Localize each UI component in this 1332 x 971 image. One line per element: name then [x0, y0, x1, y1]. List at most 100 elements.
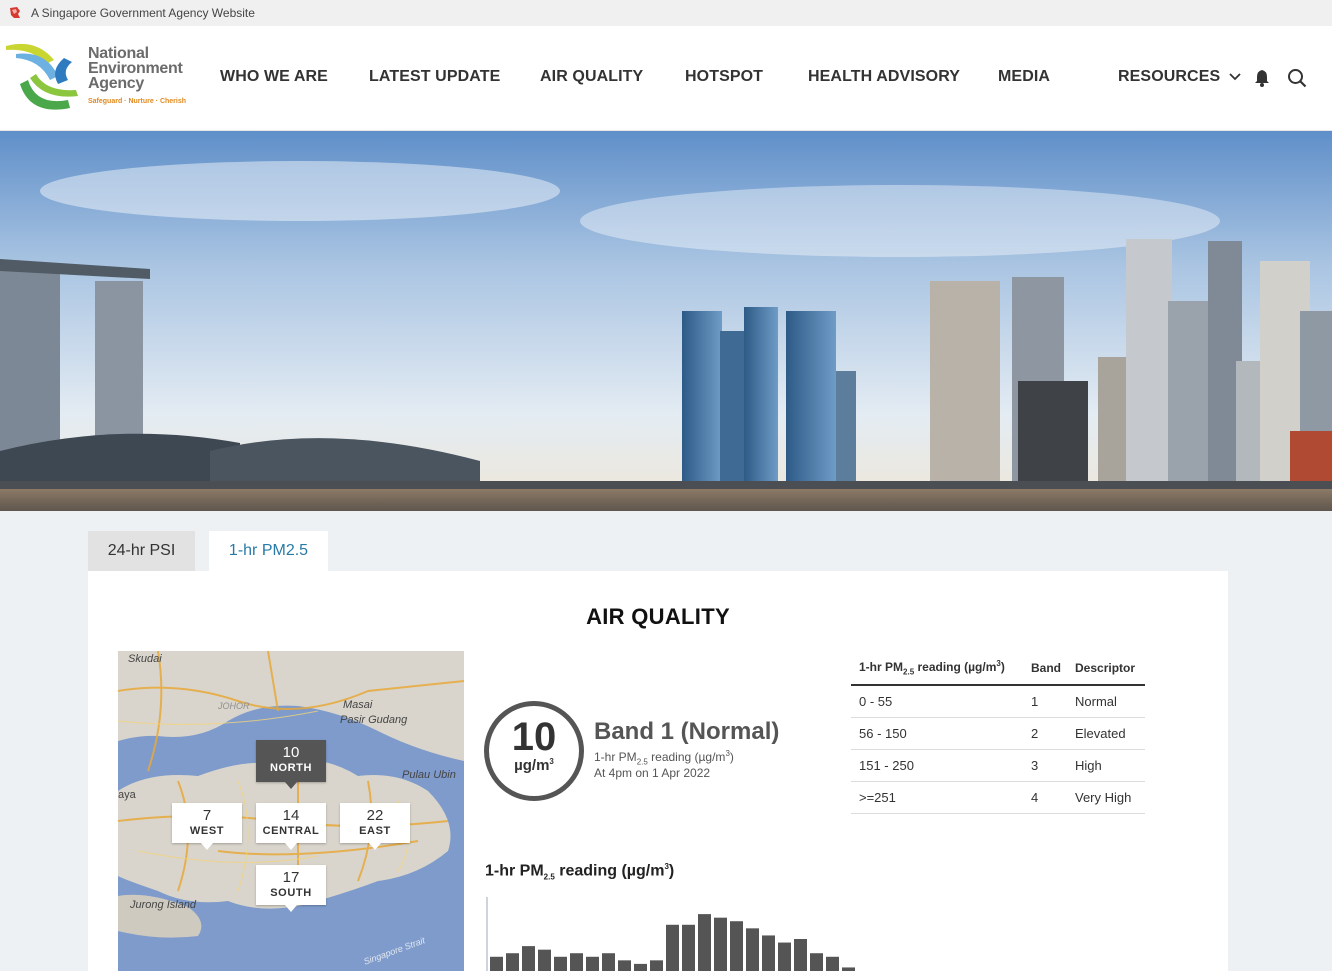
logo-wordmark: National Environment Agency — [88, 45, 183, 92]
chart-bar — [794, 939, 807, 971]
band-subtitle-suffix: reading (µg/m — [647, 750, 726, 764]
band-subtitle-prefix: 1-hr PM — [594, 750, 637, 764]
chart-title-sub: 2.5 — [543, 872, 555, 882]
chart-title-prefix: 1-hr PM — [485, 862, 544, 880]
logo-line-2: Environment — [88, 60, 183, 77]
header-reading-prefix: 1-hr PM — [859, 659, 904, 674]
reading-timestamp: At 4pm on 1 Apr 2022 — [594, 766, 711, 780]
map-label-pasir-gudang: Pasir Gudang — [340, 714, 408, 726]
reading-value: 10 — [511, 715, 557, 759]
chevron-down-icon — [1229, 73, 1241, 81]
reading-gauge: 10 µg/m3 — [484, 701, 584, 801]
header-reading-sub: 2.5 — [903, 667, 915, 677]
chart-bar — [746, 928, 759, 971]
band-subtitle-close: ) — [729, 750, 734, 764]
chart-bar — [682, 924, 695, 971]
chart-bar — [634, 963, 647, 971]
cell-range: >=251 — [851, 781, 1023, 814]
gov-banner-text: A Singapore Government Agency Website — [31, 6, 255, 20]
reading-unit: µg/m3 — [489, 757, 579, 774]
map-label-johor: JOHOR — [218, 701, 250, 711]
region-south-value: 17 — [282, 869, 300, 886]
nav-who-we-are[interactable]: WHO WE ARE — [220, 68, 328, 86]
cell-range: 0 - 55 — [851, 685, 1023, 718]
chart-title-close: ) — [668, 862, 675, 880]
region-central-name: CENTRAL — [262, 825, 320, 837]
table-row: 151 - 250 3 High — [851, 749, 1145, 782]
band-descriptor-table: 1-hr PM2.5 reading (µg/m3) Band Descript… — [851, 651, 1145, 814]
nav-air-quality[interactable]: AIR QUALITY — [540, 68, 643, 86]
table-row: >=251 4 Very High — [851, 781, 1145, 814]
nav-health-advisory[interactable]: HEALTH ADVISORY — [808, 68, 960, 86]
map-label-masai: Masai — [343, 699, 373, 711]
nav-resources[interactable]: RESOURCES — [1118, 68, 1241, 86]
tab-1hr-pm25[interactable]: 1-hr PM2.5 — [209, 531, 328, 571]
cell-band: 1 — [1023, 685, 1067, 718]
logo-line-3: Agency — [88, 75, 144, 92]
cell-descriptor: High — [1067, 749, 1145, 782]
nea-logo-mark-icon — [6, 43, 78, 110]
cell-descriptor: Very High — [1067, 781, 1145, 814]
chart-title: 1-hr PM2.5 reading (µg/m3) — [485, 862, 674, 882]
singapore-region-map[interactable]: Skudai Masai Pasir Gudang JOHOR Pulau Ub… — [118, 651, 464, 971]
chart-bar — [698, 914, 711, 971]
chart-bar — [810, 953, 823, 971]
chart-bar — [602, 953, 615, 971]
chart-bar — [778, 942, 791, 971]
chart-title-suffix: reading (µg/m — [554, 862, 665, 880]
chart-bar — [618, 960, 631, 971]
nav-media[interactable]: MEDIA — [998, 68, 1050, 86]
region-west-name: WEST — [189, 825, 225, 837]
chart-bar — [842, 967, 855, 971]
nav-resources-label: RESOURCES — [1118, 68, 1221, 85]
chart-bar — [666, 924, 679, 971]
region-south[interactable]: 17 SOUTH — [256, 865, 326, 912]
region-east-value: 22 — [366, 807, 384, 824]
cell-descriptor: Normal — [1067, 685, 1145, 718]
table-header-reading: 1-hr PM2.5 reading (µg/m3) — [851, 651, 1023, 686]
chart-bar — [522, 946, 535, 971]
map-label-pulau-ubin: Pulau Ubin — [402, 769, 456, 781]
tab-24hr-psi[interactable]: 24-hr PSI — [88, 531, 195, 571]
table-header-row: 1-hr PM2.5 reading (µg/m3) Band Descript… — [851, 651, 1145, 686]
hero-skyline-image — [0, 131, 1332, 511]
region-east[interactable]: 22 EAST — [340, 803, 410, 850]
band-title: Band 1 (Normal) — [594, 718, 780, 745]
city-skyline-illustration — [0, 131, 1332, 511]
singapore-lion-icon — [10, 7, 20, 18]
region-north-value: 10 — [282, 744, 300, 761]
header-reading-close: ) — [1000, 659, 1005, 674]
table-row: 0 - 55 1 Normal — [851, 685, 1145, 718]
cell-range: 151 - 250 — [851, 749, 1023, 782]
nav-hotspot[interactable]: HOTSPOT — [685, 68, 763, 86]
region-east-name: EAST — [359, 825, 391, 837]
region-north[interactable]: 10 NORTH — [256, 740, 326, 789]
logo-line-1: National — [88, 45, 149, 62]
air-quality-panel: AIR QUALITY Skudai Masai Pasir Gudang JO… — [88, 571, 1228, 971]
pm25-bar-chart — [486, 897, 855, 971]
table-row: 56 - 150 2 Elevated — [851, 717, 1145, 750]
chart-bar — [650, 960, 663, 971]
bell-icon[interactable] — [1252, 68, 1272, 88]
table-header-descriptor: Descriptor — [1067, 651, 1145, 686]
table-header-band: Band — [1023, 651, 1067, 686]
nea-logo[interactable]: National Environment Agency Safeguard · … — [6, 40, 196, 114]
chart-bar — [714, 917, 727, 971]
header-reading-suffix: reading (µg/m — [914, 659, 997, 674]
region-central[interactable]: 14 CENTRAL — [256, 803, 326, 850]
reading-unit-sup: 3 — [549, 757, 554, 766]
map-label-jurong-island: Jurong Island — [130, 899, 197, 911]
chart-bar — [570, 953, 583, 971]
search-icon[interactable] — [1287, 68, 1307, 88]
site-header: National Environment Agency Safeguard · … — [0, 26, 1332, 131]
gov-banner: A Singapore Government Agency Website — [0, 0, 1332, 26]
nav-latest-update[interactable]: LATEST UPDATE — [369, 68, 500, 86]
cell-band: 3 — [1023, 749, 1067, 782]
region-west[interactable]: 7 WEST — [172, 803, 242, 850]
map-label-aya: aya — [118, 789, 136, 801]
map-label-skudai: Skudai — [128, 653, 162, 665]
cell-range: 56 - 150 — [851, 717, 1023, 750]
region-west-value: 7 — [202, 807, 212, 824]
region-south-name: SOUTH — [270, 887, 312, 899]
chart-bar — [538, 949, 551, 971]
